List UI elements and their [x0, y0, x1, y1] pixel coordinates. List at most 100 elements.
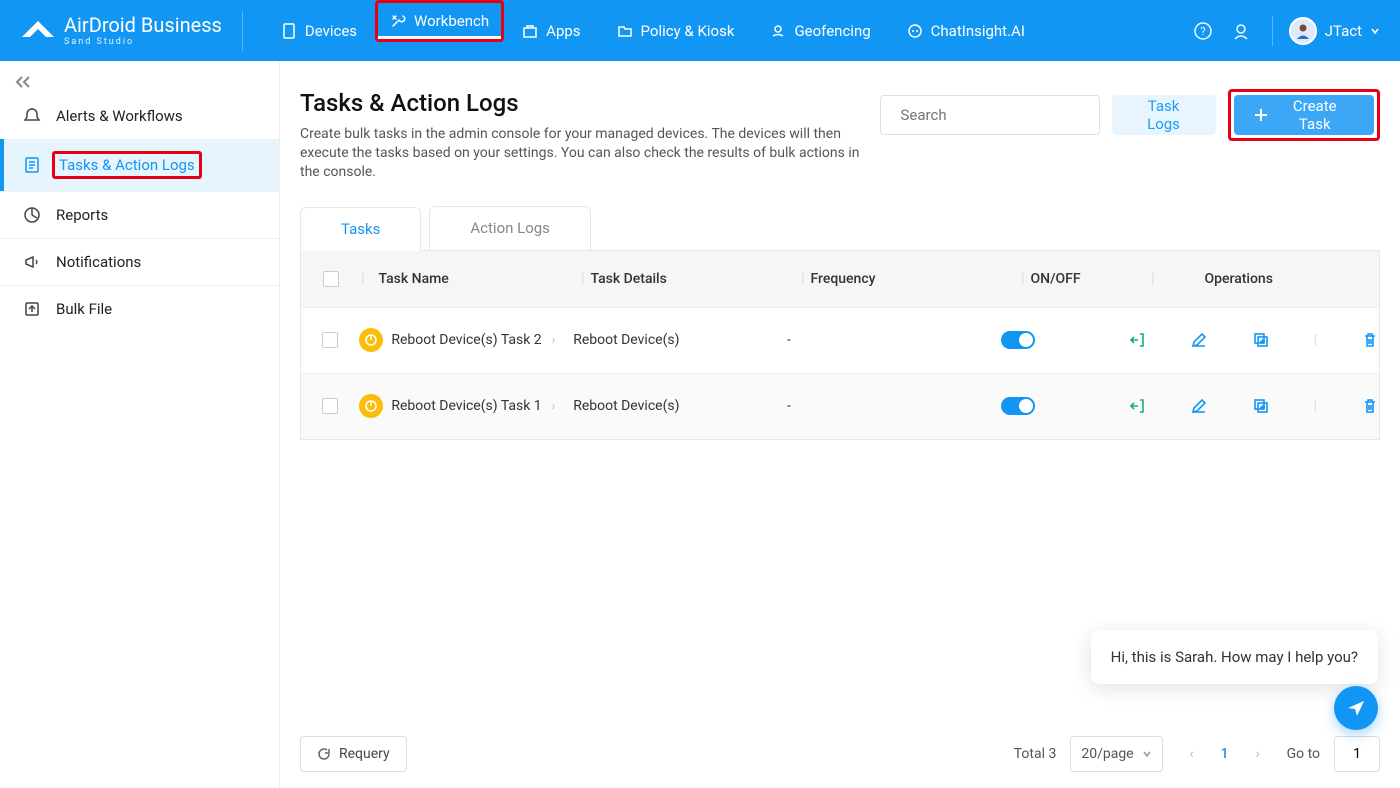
task-logs-button[interactable]: Task Logs [1112, 95, 1216, 135]
tasks-icon [22, 156, 42, 174]
page-size-select[interactable]: 20/page [1070, 736, 1162, 772]
app-header: AirDroid Business Sand Studio Devices Wo… [0, 0, 1400, 61]
delete-icon[interactable] [1361, 331, 1379, 349]
header-right: ? JTact [1192, 16, 1380, 46]
sidebar-label: Tasks & Action Logs [52, 151, 202, 179]
chat-ai-icon [907, 23, 923, 39]
nav-workbench[interactable]: Workbench [375, 0, 504, 42]
select-all-checkbox[interactable] [323, 271, 339, 287]
chat-launcher[interactable] [1334, 686, 1378, 730]
avatar [1289, 17, 1317, 45]
search-input-wrap[interactable] [880, 95, 1100, 135]
pager-prev[interactable]: ‹ [1177, 739, 1207, 769]
workbench-icon [390, 13, 406, 29]
task-details: Reboot Device(s) [573, 398, 787, 414]
pager-total: Total 3 [1014, 746, 1057, 762]
goto-label: Go to [1287, 746, 1320, 762]
nav-label: Geofencing [794, 22, 870, 40]
edit-icon[interactable] [1190, 397, 1208, 415]
run-icon[interactable] [1128, 397, 1146, 415]
separator: | [1314, 332, 1317, 348]
sidebar-label: Alerts & Workflows [56, 107, 183, 125]
copy-icon[interactable] [1252, 397, 1270, 415]
nav-apps[interactable]: Apps [504, 0, 598, 61]
support-icon[interactable] [1230, 20, 1252, 42]
separator: | [1314, 398, 1317, 414]
pagination-bar: Requery Total 3 20/page ‹ 1 › Go to [300, 720, 1380, 788]
page-description: Create bulk tasks in the admin console f… [300, 125, 860, 182]
create-task-button[interactable]: Create Task [1234, 95, 1374, 135]
sidebar-item-bulkfile[interactable]: Bulk File [0, 286, 279, 332]
pager-current[interactable]: 1 [1221, 746, 1229, 762]
nav-label: Apps [546, 22, 580, 40]
nav-label: Workbench [414, 12, 489, 30]
nav-devices[interactable]: Devices [263, 0, 375, 61]
content-tabs: Tasks Action Logs [300, 206, 1380, 251]
reports-icon [22, 206, 42, 224]
brand-title: AirDroid Business [64, 15, 222, 35]
alerts-icon [22, 107, 42, 125]
send-icon [1345, 697, 1367, 719]
user-menu[interactable]: JTact [1272, 16, 1380, 46]
chat-message: Hi, this is Sarah. How may I help you? [1111, 648, 1358, 666]
sidebar-label: Notifications [56, 253, 141, 271]
airdroid-logo-icon [20, 17, 56, 45]
brand-subtitle: Sand Studio [64, 37, 222, 47]
tab-tasks[interactable]: Tasks [300, 207, 421, 251]
brand-logo[interactable]: AirDroid Business Sand Studio [20, 11, 243, 51]
user-name: JTact [1325, 22, 1362, 40]
delete-icon[interactable] [1361, 397, 1379, 415]
requery-button[interactable]: Requery [300, 736, 407, 772]
search-input[interactable] [901, 106, 1100, 124]
create-task-highlight: Create Task [1228, 89, 1380, 141]
goto-input[interactable] [1334, 736, 1380, 772]
nav-label: ChatInsight.AI [931, 22, 1025, 40]
tasks-table: |Task Name |Task Details |Frequency |ON/… [300, 251, 1380, 440]
geofence-icon [770, 23, 786, 39]
chevron-down-icon [1142, 749, 1152, 759]
toggle-switch[interactable] [1001, 397, 1035, 415]
nav-label: Devices [305, 22, 357, 40]
row-checkbox[interactable] [322, 398, 338, 414]
chevron-down-icon [1370, 26, 1380, 36]
requery-label: Requery [339, 746, 390, 762]
sidebar-item-alerts[interactable]: Alerts & Workflows [0, 93, 279, 139]
refresh-icon [317, 747, 331, 761]
copy-icon[interactable] [1252, 331, 1270, 349]
main-nav: Devices Workbench Apps Policy & Kiosk Ge… [263, 0, 1043, 61]
svg-text:?: ? [1200, 25, 1205, 38]
table-row: Reboot Device(s) Task 2 › Reboot Device(… [301, 307, 1379, 373]
chevron-right-icon: › [552, 333, 556, 347]
sidebar-label: Reports [56, 206, 108, 224]
device-icon [281, 23, 297, 39]
nav-chatinsight[interactable]: ChatInsight.AI [889, 0, 1043, 61]
sidebar-item-tasks[interactable]: Tasks & Action Logs [0, 139, 279, 191]
task-name[interactable]: Reboot Device(s) Task 1 [391, 398, 541, 414]
row-checkbox[interactable] [322, 332, 338, 348]
table-row: Reboot Device(s) Task 1 › Reboot Device(… [301, 373, 1379, 439]
nav-policy[interactable]: Policy & Kiosk [599, 0, 753, 61]
edit-icon[interactable] [1190, 331, 1208, 349]
chat-tooltip: Hi, this is Sarah. How may I help you? [1091, 630, 1378, 684]
col-task-name: Task Name [378, 271, 448, 287]
run-icon[interactable] [1128, 331, 1146, 349]
toggle-switch[interactable] [1001, 331, 1035, 349]
sidebar-item-notifications[interactable]: Notifications [0, 239, 279, 285]
power-icon [359, 394, 383, 418]
table-header: |Task Name |Task Details |Frequency |ON/… [301, 251, 1379, 307]
help-icon[interactable]: ? [1192, 20, 1214, 42]
tab-action-logs[interactable]: Action Logs [429, 206, 591, 250]
task-frequency: - [787, 332, 1001, 348]
pager-next[interactable]: › [1243, 739, 1273, 769]
page-title: Tasks & Action Logs [300, 89, 860, 117]
task-name[interactable]: Reboot Device(s) Task 2 [391, 332, 541, 348]
nav-label: Policy & Kiosk [641, 22, 735, 40]
sidebar-item-reports[interactable]: Reports [0, 192, 279, 238]
megaphone-icon [22, 253, 42, 271]
col-operations: Operations [1204, 271, 1272, 287]
create-task-label: Create Task [1275, 97, 1354, 133]
col-onoff: ON/OFF [1030, 271, 1080, 287]
power-icon [359, 328, 383, 352]
nav-geofencing[interactable]: Geofencing [752, 0, 888, 61]
sidebar-collapse[interactable] [0, 71, 279, 93]
